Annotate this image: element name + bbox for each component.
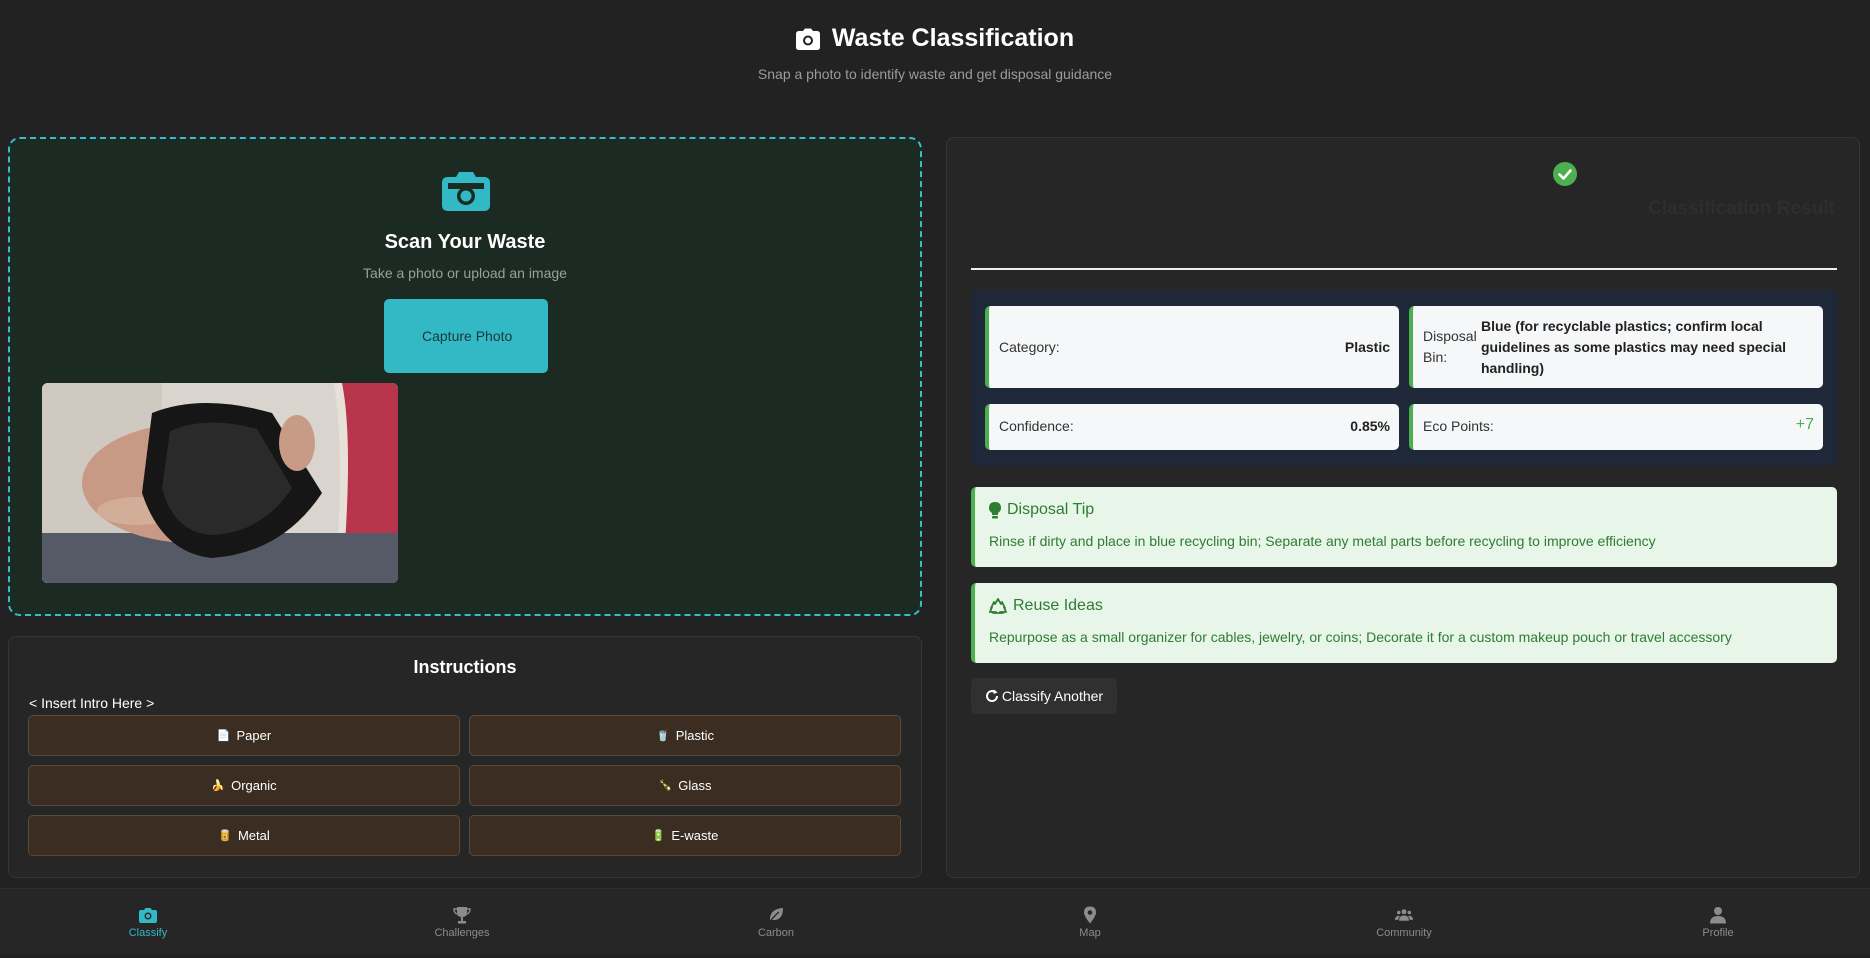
disposal-tip-box: Disposal Tip Rinse if dirty and place in… bbox=[971, 487, 1837, 567]
reuse-ideas-text: Repurpose as a small organizer for cable… bbox=[989, 629, 1732, 645]
disposal-bin-card: Disposal Bin: Blue (for recyclable plast… bbox=[1409, 306, 1823, 388]
category-card: Category: Plastic bbox=[985, 306, 1399, 388]
photo-preview bbox=[42, 383, 398, 583]
nav-label: Challenges bbox=[434, 926, 490, 939]
map-pin-icon bbox=[1084, 906, 1096, 923]
user-icon bbox=[1710, 906, 1726, 923]
category-plastic-button[interactable]: 🥤 Plastic bbox=[469, 715, 901, 756]
nav-profile[interactable]: Profile bbox=[1658, 889, 1778, 955]
divider bbox=[971, 268, 1837, 270]
confidence-card: Confidence: 0.85% bbox=[985, 404, 1399, 450]
category-label: Organic bbox=[231, 778, 277, 793]
category-paper-button[interactable]: 📄 Paper bbox=[28, 715, 460, 756]
recycle-icon bbox=[989, 597, 1007, 614]
confidence-value: 0.85% bbox=[1350, 418, 1390, 434]
bottle-icon: 🍾 bbox=[658, 780, 673, 792]
camera-icon bbox=[139, 907, 157, 923]
camera-icon bbox=[795, 28, 820, 50]
scan-subtitle: Take a photo or upload an image bbox=[363, 265, 567, 281]
page-subtitle: Snap a photo to identify waste and get d… bbox=[757, 66, 1113, 82]
instructions-intro: < Insert Intro Here > bbox=[29, 695, 155, 711]
reuse-ideas-heading: Reuse Ideas bbox=[1013, 597, 1103, 614]
battery-icon: 🔋 bbox=[651, 830, 666, 842]
classify-another-label: Classify Another bbox=[1001, 688, 1104, 704]
reuse-ideas-title: Reuse Ideas bbox=[989, 597, 1103, 615]
result-info-grid: Category: Plastic Disposal Bin: Blue (fo… bbox=[971, 290, 1837, 466]
page-title: Waste Classification bbox=[0, 24, 1870, 53]
nav-community[interactable]: Community bbox=[1344, 889, 1464, 955]
disposal-tip-heading: Disposal Tip bbox=[1007, 501, 1095, 518]
category-label: Glass bbox=[678, 778, 712, 793]
disposal-bin-value: Blue (for recyclable plastics; confirm l… bbox=[1481, 318, 1787, 376]
refresh-icon bbox=[985, 689, 998, 703]
instructions-title: Instructions bbox=[413, 657, 517, 677]
nav-map[interactable]: Map bbox=[1030, 889, 1150, 955]
category-label: Metal bbox=[237, 828, 270, 843]
result-panel: Classification Result Category: Plastic … bbox=[946, 137, 1860, 878]
reuse-ideas-box: Reuse Ideas Repurpose as a small organiz… bbox=[971, 583, 1837, 663]
scan-title: Scan Your Waste bbox=[384, 231, 546, 253]
disposal-tip-title: Disposal Tip bbox=[989, 501, 1094, 519]
nav-label: Profile bbox=[1702, 926, 1734, 939]
category-value: Plastic bbox=[1344, 339, 1390, 355]
disposal-tip-text: Rinse if dirty and place in blue recycli… bbox=[989, 533, 1656, 549]
banana-icon: 🍌 bbox=[211, 780, 226, 792]
nav-label: Map bbox=[1079, 926, 1101, 939]
category-ewaste-button[interactable]: 🔋 E-waste bbox=[469, 815, 901, 856]
leaf-icon bbox=[768, 907, 783, 923]
category-label: E-waste bbox=[671, 828, 719, 843]
classify-another-button[interactable]: Classify Another bbox=[971, 678, 1117, 714]
disposal-bin-label: Disposal Bin: bbox=[1423, 328, 1477, 365]
category-metal-button[interactable]: 🥫 Metal bbox=[28, 815, 460, 856]
nav-classify[interactable]: Classify bbox=[88, 889, 208, 955]
category-label: Category: bbox=[999, 339, 1060, 355]
confidence-label: Confidence: bbox=[999, 418, 1074, 434]
page-header: Waste Classification Snap a photo to ide… bbox=[0, 0, 1870, 110]
eco-points-value: +7 bbox=[1795, 416, 1814, 433]
can-icon: 🥫 bbox=[218, 830, 232, 842]
eco-points-card: Eco Points: +7 bbox=[1409, 404, 1823, 450]
nav-label: Community bbox=[1376, 926, 1432, 939]
nav-label: Carbon bbox=[757, 926, 795, 939]
scan-dropzone[interactable]: Scan Your Waste Take a photo or upload a… bbox=[8, 137, 922, 616]
bottom-nav: Classify Challenges Carbon Map Community… bbox=[0, 888, 1870, 954]
category-label: Plastic bbox=[675, 728, 714, 743]
instructions-panel: Instructions < Insert Intro Here > 📄 Pap… bbox=[8, 636, 922, 878]
users-icon bbox=[1395, 908, 1413, 921]
nav-label: Classify bbox=[128, 926, 168, 939]
trophy-icon bbox=[453, 906, 471, 923]
camera-icon bbox=[442, 172, 490, 211]
category-label: Paper bbox=[236, 728, 272, 743]
paper-icon: 📄 bbox=[216, 730, 231, 742]
capture-photo-button[interactable]: Capture Photo bbox=[384, 299, 548, 373]
result-title: Classification Result bbox=[1648, 198, 1835, 219]
category-organic-button[interactable]: 🍌 Organic bbox=[28, 765, 460, 806]
nav-carbon[interactable]: Carbon bbox=[716, 889, 836, 955]
page-title-text: Waste Classification bbox=[831, 24, 1075, 52]
plastic-cup-icon: 🥤 bbox=[656, 730, 670, 742]
category-glass-button[interactable]: 🍾 Glass bbox=[469, 765, 901, 806]
eco-points-label: Eco Points: bbox=[1423, 418, 1494, 434]
check-circle-icon bbox=[1553, 162, 1577, 186]
nav-challenges[interactable]: Challenges bbox=[402, 889, 522, 955]
lightbulb-icon bbox=[989, 501, 1001, 518]
